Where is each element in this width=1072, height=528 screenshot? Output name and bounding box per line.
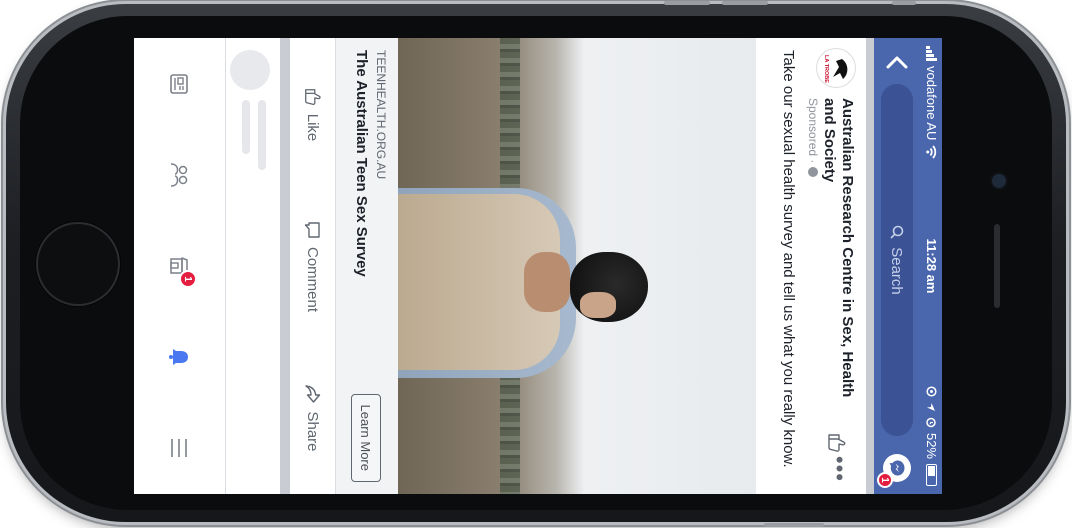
tab-menu[interactable] xyxy=(134,403,225,494)
comment-label: Comment xyxy=(304,246,322,313)
location-icon xyxy=(927,402,936,411)
back-button[interactable] xyxy=(882,48,912,76)
link-domain: TEENHEALTH.ORG.AU xyxy=(374,50,388,180)
speech-bubble-icon xyxy=(304,222,320,238)
sponsored-post: LA TROBE Australian Research Centre in S… xyxy=(226,38,866,494)
volume-button xyxy=(664,1,710,5)
screen-lock-icon xyxy=(926,386,937,397)
messenger-badge: 1 xyxy=(877,472,893,488)
ad-image[interactable] xyxy=(398,38,756,494)
bottom-tab-bar: 1 xyxy=(134,38,226,494)
learn-more-button[interactable]: Learn More xyxy=(351,393,381,482)
advertiser-name[interactable]: Australian Research Centre in Sex, Healt… xyxy=(820,98,856,398)
search-icon xyxy=(890,225,904,239)
like-label: Like xyxy=(304,113,322,142)
messenger-button[interactable]: 1 xyxy=(877,454,911,488)
la-trobe-logo: LA TROBE xyxy=(823,55,848,83)
link-title: The Australian Teen Sex Survey xyxy=(353,50,370,277)
status-right: 52% xyxy=(924,386,939,486)
advertiser-avatar[interactable]: LA TROBE xyxy=(816,48,856,88)
mute-switch xyxy=(892,1,916,5)
home-button[interactable] xyxy=(36,222,120,306)
placeholder-avatar xyxy=(230,50,270,90)
person-face xyxy=(580,292,616,318)
share-button[interactable]: Share xyxy=(290,342,336,494)
tab-news-feed[interactable] xyxy=(134,38,225,129)
more-options-button[interactable]: ••• xyxy=(826,456,852,482)
comment-button[interactable]: Comment xyxy=(290,190,336,342)
sponsored-label: Sponsored · xyxy=(806,98,820,178)
post-header: LA TROBE Australian Research Centre in S… xyxy=(804,38,866,494)
alarm-icon xyxy=(926,417,936,428)
phone-screen: vodafone AU 11:28 am 52% Search 1 LA TRO… xyxy=(134,38,942,494)
loading-post-placeholder xyxy=(226,38,280,494)
volume-button xyxy=(722,1,768,5)
feed-separator xyxy=(280,38,290,494)
groups-icon xyxy=(170,163,188,187)
front-camera xyxy=(992,174,1006,188)
search-placeholder: Search xyxy=(888,247,906,295)
globe-icon xyxy=(808,167,818,178)
like-button[interactable]: Like xyxy=(290,38,336,190)
tab-groups[interactable] xyxy=(134,129,225,220)
logo-text: LA TROBE xyxy=(823,55,829,83)
placeholder-line xyxy=(242,100,250,154)
battery-icon xyxy=(926,464,937,486)
earpiece-speaker xyxy=(994,224,1000,308)
app-viewport: vodafone AU 11:28 am 52% Search 1 LA TRO… xyxy=(134,38,942,494)
feed-separator xyxy=(866,38,874,494)
post-text: Take our sexual health survey and tell u… xyxy=(780,50,797,468)
top-nav-bar: Search 1 xyxy=(874,38,920,494)
power-button xyxy=(764,523,824,527)
sponsored-text: Sponsored · xyxy=(806,98,820,164)
status-bar: vodafone AU 11:28 am 52% xyxy=(920,38,942,494)
tab-badge: 1 xyxy=(179,270,197,288)
chevron-left-icon xyxy=(886,56,908,69)
news-feed-icon xyxy=(170,73,188,94)
notifications-bell-icon xyxy=(169,349,188,366)
battery-percent: 52% xyxy=(924,432,939,459)
placeholder-line xyxy=(258,100,266,170)
thumbs-up-icon xyxy=(305,88,321,105)
person-hands xyxy=(524,252,570,312)
link-preview[interactable]: TEENHEALTH.ORG.AU The Australian Teen Se… xyxy=(335,38,398,494)
share-label: Share xyxy=(304,411,322,452)
share-arrow-icon xyxy=(305,385,321,404)
menu-icon xyxy=(171,439,187,458)
post-actions: Like Comment Share xyxy=(290,38,336,494)
tab-marketplace[interactable]: 1 xyxy=(134,220,225,311)
tab-notifications[interactable] xyxy=(134,312,225,403)
thumbs-up-icon[interactable] xyxy=(826,432,848,454)
search-bar[interactable]: Search xyxy=(881,84,913,436)
